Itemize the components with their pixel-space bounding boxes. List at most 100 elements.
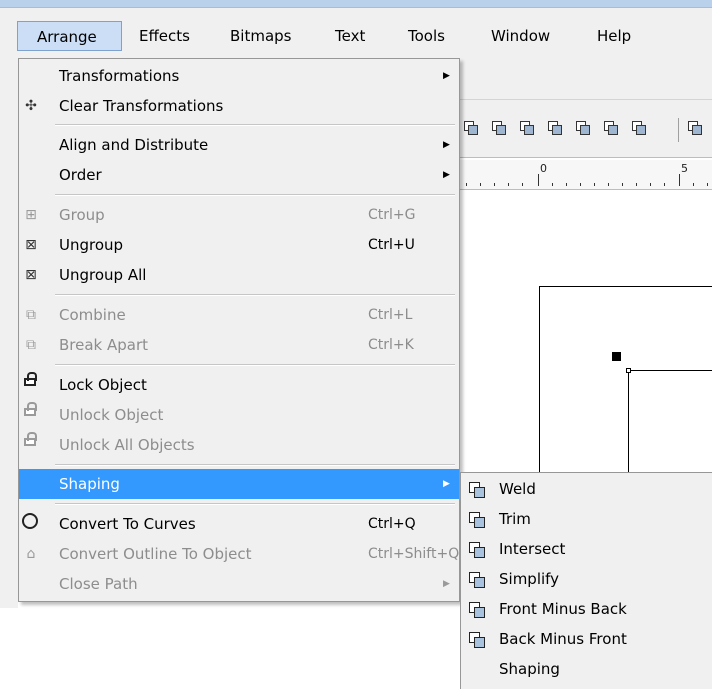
submenu-item-label: Intersect xyxy=(499,540,566,558)
menu-effects[interactable]: Effects xyxy=(139,21,190,51)
submenu-arrow-icon: ▶ xyxy=(443,140,450,150)
menu-tools-label: Tools xyxy=(408,27,445,45)
break-apart-icon: ⧉ xyxy=(26,337,36,353)
menubar: Arrange Effects Bitmaps Text Tools Windo… xyxy=(0,8,712,58)
group-icon: ⊞ xyxy=(25,207,37,223)
menu-tools[interactable]: Tools xyxy=(408,21,445,51)
shaping-submenu: Weld Trim Intersect Simplify Front Minus… xyxy=(460,472,712,689)
menu-item-label: Unlock All Objects xyxy=(59,436,195,454)
menu-arrange-label: Arrange xyxy=(37,28,97,46)
menu-item-shortcut: Ctrl+K xyxy=(368,337,414,353)
menu-arrange[interactable]: Arrange xyxy=(17,21,122,51)
menu-item-close-path[interactable]: Close Path ▶ xyxy=(19,569,459,599)
menu-item-shaping[interactable]: Shaping ▶ xyxy=(19,469,459,499)
trim-icon xyxy=(468,511,486,529)
menu-item-label: Shaping xyxy=(59,475,120,493)
menu-item-label: Break Apart xyxy=(59,336,149,354)
menu-item-group[interactable]: ⊞ Group Ctrl+G xyxy=(19,200,459,230)
toolbar-separator xyxy=(678,118,679,142)
menu-item-label: Group xyxy=(59,206,105,224)
menu-item-label: Order xyxy=(59,166,102,184)
clear-transformations-icon: ✣ xyxy=(25,98,37,114)
menu-item-combine[interactable]: ⧉ Combine Ctrl+L xyxy=(19,300,459,330)
horizontal-ruler[interactable]: 0 5 xyxy=(460,160,712,190)
submenu-arrow-icon: ▶ xyxy=(443,71,450,81)
menu-item-label: Align and Distribute xyxy=(59,136,209,154)
menu-bitmaps-label: Bitmaps xyxy=(230,27,292,45)
menu-item-convert-to-curves[interactable]: Convert To Curves Ctrl+Q xyxy=(19,509,459,539)
menu-bitmaps[interactable]: Bitmaps xyxy=(230,21,291,51)
menu-item-label: Transformations xyxy=(59,67,180,85)
menu-item-align-distribute[interactable]: Align and Distribute ▶ xyxy=(19,130,459,160)
front-minus-back-icon xyxy=(468,601,486,619)
menu-item-label: Ungroup All xyxy=(59,266,147,284)
submenu-arrow-icon: ▶ xyxy=(443,479,450,489)
toolbar-intersect-icon[interactable] xyxy=(519,120,535,136)
submenu-item-shaping-docker[interactable]: Shaping xyxy=(461,654,712,684)
submenu-item-back-minus-front[interactable]: Back Minus Front xyxy=(461,624,712,654)
menu-item-lock-object[interactable]: Lock Object xyxy=(19,370,459,400)
menu-separator xyxy=(55,294,455,296)
submenu-item-intersect[interactable]: Intersect xyxy=(461,534,712,564)
selection-handle[interactable] xyxy=(612,352,621,361)
menu-item-shortcut: Ctrl+G xyxy=(368,207,416,223)
menu-item-order[interactable]: Order ▶ xyxy=(19,160,459,190)
menu-item-unlock-object[interactable]: Unlock Object xyxy=(19,400,459,430)
toolbar-create-boundary-icon[interactable] xyxy=(687,120,703,136)
menu-item-transformations[interactable]: Transformations ▶ xyxy=(19,61,459,91)
submenu-item-front-minus-back[interactable]: Front Minus Back xyxy=(461,594,712,624)
menu-separator xyxy=(55,124,455,126)
menu-item-label: Combine xyxy=(59,306,126,324)
menu-item-convert-outline[interactable]: ⌂ Convert Outline To Object Ctrl+Shift+Q xyxy=(19,539,460,569)
toolbar-simplify-icon[interactable] xyxy=(547,120,563,136)
submenu-arrow-icon: ▶ xyxy=(443,579,450,589)
menu-separator xyxy=(55,364,455,366)
simplify-icon xyxy=(468,571,486,589)
submenu-item-trim[interactable]: Trim xyxy=(461,504,712,534)
toolbox-strip xyxy=(0,58,18,608)
ruler-label-5: 5 xyxy=(681,162,688,175)
window-title-strip xyxy=(0,0,712,8)
node-handle[interactable] xyxy=(626,368,631,373)
menu-window-label: Window xyxy=(491,27,551,45)
menu-help[interactable]: Help xyxy=(597,21,631,51)
submenu-item-label: Shaping xyxy=(499,660,560,678)
menu-text[interactable]: Text xyxy=(335,21,365,51)
ungroup-icon: ⊠ xyxy=(25,237,37,253)
toolbar-boundary-icon[interactable] xyxy=(631,120,647,136)
menu-item-clear-transformations[interactable]: ✣ Clear Transformations xyxy=(19,91,459,121)
menu-item-break-apart[interactable]: ⧉ Break Apart Ctrl+K xyxy=(19,330,459,360)
submenu-item-weld[interactable]: Weld xyxy=(461,474,712,504)
toolbar-trim-icon[interactable] xyxy=(491,120,507,136)
menu-separator xyxy=(55,464,455,466)
menu-effects-label: Effects xyxy=(139,27,190,45)
submenu-item-label: Weld xyxy=(499,480,536,498)
menu-item-shortcut: Ctrl+Shift+Q xyxy=(368,546,460,562)
toolbar-back-minus-front-icon[interactable] xyxy=(603,120,619,136)
intersect-icon xyxy=(468,541,486,559)
submenu-item-simplify[interactable]: Simplify xyxy=(461,564,712,594)
menu-item-label: Close Path xyxy=(59,575,138,593)
menu-window[interactable]: Window xyxy=(491,21,550,51)
menu-item-unlock-all-objects[interactable]: Unlock All Objects xyxy=(19,430,459,460)
menu-item-shortcut: Ctrl+L xyxy=(368,307,413,323)
menu-item-label: Unlock Object xyxy=(59,406,164,424)
menu-item-ungroup[interactable]: ⊠ Ungroup Ctrl+U xyxy=(19,230,459,260)
convert-to-curves-icon xyxy=(22,513,38,529)
toolbar-weld-icon[interactable] xyxy=(463,120,479,136)
ungroup-all-icon: ⊠ xyxy=(25,267,37,283)
submenu-item-label: Front Minus Back xyxy=(499,600,627,618)
submenu-arrow-icon: ▶ xyxy=(443,170,450,180)
menu-item-label: Convert Outline To Object xyxy=(59,545,252,563)
combine-icon: ⧉ xyxy=(26,307,36,323)
menu-item-label: Clear Transformations xyxy=(59,97,224,115)
unlock-all-icon xyxy=(24,432,37,446)
toolbar-front-minus-back-icon[interactable] xyxy=(575,120,591,136)
lock-icon xyxy=(24,372,37,386)
submenu-item-label: Simplify xyxy=(499,570,560,588)
unlock-icon xyxy=(24,402,37,416)
menu-item-shortcut: Ctrl+U xyxy=(368,237,415,253)
menu-separator xyxy=(55,194,455,196)
menu-item-label: Lock Object xyxy=(59,376,147,394)
menu-item-ungroup-all[interactable]: ⊠ Ungroup All xyxy=(19,260,459,290)
